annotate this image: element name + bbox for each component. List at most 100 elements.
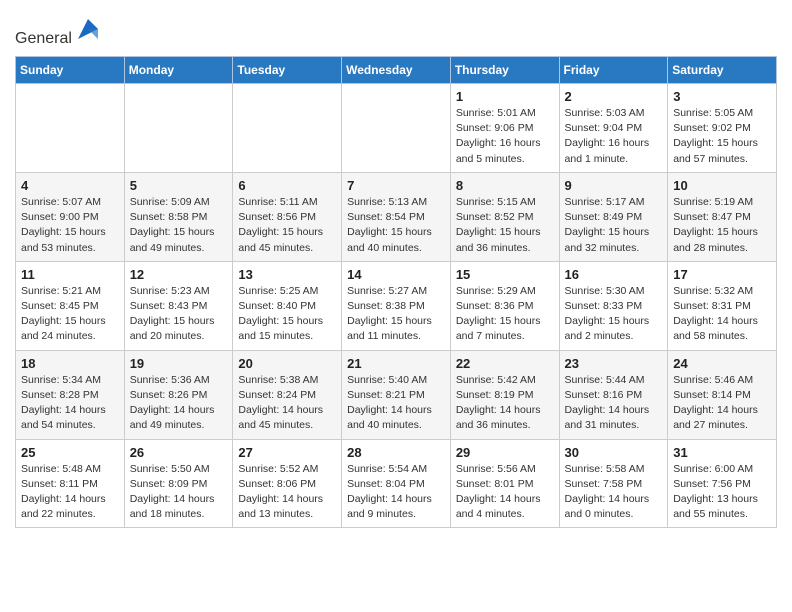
- logo-text-block: General: [15, 15, 102, 48]
- day-info: Sunrise: 5:38 AM Sunset: 8:24 PM Dayligh…: [238, 373, 336, 434]
- weekday-header: Monday: [124, 57, 233, 84]
- day-number: 12: [130, 267, 228, 282]
- day-info: Sunrise: 5:48 AM Sunset: 8:11 PM Dayligh…: [21, 462, 119, 523]
- day-info: Sunrise: 5:11 AM Sunset: 8:56 PM Dayligh…: [238, 195, 336, 256]
- calendar-cell: 25 Sunrise: 5:48 AM Sunset: 8:11 PM Dayli…: [16, 439, 125, 528]
- calendar-week-row: 25 Sunrise: 5:48 AM Sunset: 8:11 PM Dayli…: [16, 439, 777, 528]
- weekday-header: Saturday: [668, 57, 777, 84]
- calendar-cell: 6 Sunrise: 5:11 AM Sunset: 8:56 PM Daylig…: [233, 172, 342, 261]
- calendar-cell: 24 Sunrise: 5:46 AM Sunset: 8:14 PM Dayli…: [668, 350, 777, 439]
- day-number: 29: [456, 445, 554, 460]
- day-number: 26: [130, 445, 228, 460]
- day-number: 1: [456, 89, 554, 104]
- day-info: Sunrise: 5:32 AM Sunset: 8:31 PM Dayligh…: [673, 284, 771, 345]
- day-number: 6: [238, 178, 336, 193]
- calendar-header-row: SundayMondayTuesdayWednesdayThursdayFrid…: [16, 57, 777, 84]
- day-number: 30: [565, 445, 663, 460]
- calendar-cell: 3 Sunrise: 5:05 AM Sunset: 9:02 PM Daylig…: [668, 84, 777, 173]
- calendar-cell: 17 Sunrise: 5:32 AM Sunset: 8:31 PM Dayli…: [668, 261, 777, 350]
- day-number: 15: [456, 267, 554, 282]
- day-info: Sunrise: 5:40 AM Sunset: 8:21 PM Dayligh…: [347, 373, 445, 434]
- calendar-cell: 14Sunrise: 5:27 AM Sunset: 8:38 PM Dayli…: [342, 261, 451, 350]
- calendar-cell: [342, 84, 451, 173]
- weekday-header: Sunday: [16, 57, 125, 84]
- calendar-cell: 11Sunrise: 5:21 AM Sunset: 8:45 PM Dayli…: [16, 261, 125, 350]
- calendar-cell: 5Sunrise: 5:09 AM Sunset: 8:58 PM Daylig…: [124, 172, 233, 261]
- calendar-cell: 19 Sunrise: 5:36 AM Sunset: 8:26 PM Dayli…: [124, 350, 233, 439]
- day-number: 3: [673, 89, 771, 104]
- day-info: Sunrise: 5:19 AM Sunset: 8:47 PM Dayligh…: [673, 195, 771, 256]
- day-info: Sunrise: 5:46 AM Sunset: 8:14 PM Dayligh…: [673, 373, 771, 434]
- day-number: 18: [21, 356, 119, 371]
- day-info: Sunrise: 5:34 AM Sunset: 8:28 PM Dayligh…: [21, 373, 119, 434]
- day-number: 16: [565, 267, 663, 282]
- day-number: 2: [565, 89, 663, 104]
- calendar-cell: 9 Sunrise: 5:17 AM Sunset: 8:49 PM Daylig…: [559, 172, 668, 261]
- day-number: 25: [21, 445, 119, 460]
- day-info: Sunrise: 5:27 AM Sunset: 8:38 PM Dayligh…: [347, 284, 445, 345]
- logo: General: [15, 15, 102, 48]
- day-number: 19: [130, 356, 228, 371]
- day-info: Sunrise: 5:54 AM Sunset: 8:04 PM Dayligh…: [347, 462, 445, 523]
- day-number: 17: [673, 267, 771, 282]
- calendar-cell: 12 Sunrise: 5:23 AM Sunset: 8:43 PM Dayli…: [124, 261, 233, 350]
- logo-text: General: [15, 15, 102, 48]
- calendar-cell: [124, 84, 233, 173]
- day-number: 22: [456, 356, 554, 371]
- day-info: Sunrise: 5:07 AM Sunset: 9:00 PM Dayligh…: [21, 195, 119, 256]
- calendar-cell: 10Sunrise: 5:19 AM Sunset: 8:47 PM Dayli…: [668, 172, 777, 261]
- calendar-cell: 29 Sunrise: 5:56 AM Sunset: 8:01 PM Dayli…: [450, 439, 559, 528]
- day-number: 23: [565, 356, 663, 371]
- calendar-cell: 27Sunrise: 5:52 AM Sunset: 8:06 PM Dayli…: [233, 439, 342, 528]
- calendar-cell: [16, 84, 125, 173]
- calendar-cell: 18 Sunrise: 5:34 AM Sunset: 8:28 PM Dayli…: [16, 350, 125, 439]
- day-number: 21: [347, 356, 445, 371]
- day-number: 24: [673, 356, 771, 371]
- calendar-cell: 21 Sunrise: 5:40 AM Sunset: 8:21 PM Dayli…: [342, 350, 451, 439]
- day-info: Sunrise: 5:50 AM Sunset: 8:09 PM Dayligh…: [130, 462, 228, 523]
- calendar-cell: 2 Sunrise: 5:03 AM Sunset: 9:04 PM Daylig…: [559, 84, 668, 173]
- day-info: Sunrise: 5:01 AM Sunset: 9:06 PM Dayligh…: [456, 106, 554, 167]
- weekday-header: Thursday: [450, 57, 559, 84]
- day-number: 20: [238, 356, 336, 371]
- day-number: 11: [21, 267, 119, 282]
- calendar-cell: 23 Sunrise: 5:44 AM Sunset: 8:16 PM Dayli…: [559, 350, 668, 439]
- day-info: Sunrise: 5:13 AM Sunset: 8:54 PM Dayligh…: [347, 195, 445, 256]
- calendar-week-row: 18 Sunrise: 5:34 AM Sunset: 8:28 PM Dayli…: [16, 350, 777, 439]
- day-info: Sunrise: 5:29 AM Sunset: 8:36 PM Dayligh…: [456, 284, 554, 345]
- day-info: Sunrise: 6:00 AM Sunset: 7:56 PM Dayligh…: [673, 462, 771, 523]
- day-info: Sunrise: 5:44 AM Sunset: 8:16 PM Dayligh…: [565, 373, 663, 434]
- day-info: Sunrise: 5:05 AM Sunset: 9:02 PM Dayligh…: [673, 106, 771, 167]
- logo-general: General: [15, 30, 72, 47]
- day-info: Sunrise: 5:23 AM Sunset: 8:43 PM Dayligh…: [130, 284, 228, 345]
- calendar-cell: 1 Sunrise: 5:01 AM Sunset: 9:06 PM Daylig…: [450, 84, 559, 173]
- day-number: 4: [21, 178, 119, 193]
- calendar-cell: 7 Sunrise: 5:13 AM Sunset: 8:54 PM Daylig…: [342, 172, 451, 261]
- calendar-cell: 20 Sunrise: 5:38 AM Sunset: 8:24 PM Dayli…: [233, 350, 342, 439]
- day-info: Sunrise: 5:03 AM Sunset: 9:04 PM Dayligh…: [565, 106, 663, 167]
- day-number: 7: [347, 178, 445, 193]
- day-info: Sunrise: 5:58 AM Sunset: 7:58 PM Dayligh…: [565, 462, 663, 523]
- day-info: Sunrise: 5:56 AM Sunset: 8:01 PM Dayligh…: [456, 462, 554, 523]
- day-number: 9: [565, 178, 663, 193]
- day-info: Sunrise: 5:25 AM Sunset: 8:40 PM Dayligh…: [238, 284, 336, 345]
- day-info: Sunrise: 5:09 AM Sunset: 8:58 PM Dayligh…: [130, 195, 228, 256]
- day-number: 13: [238, 267, 336, 282]
- day-number: 8: [456, 178, 554, 193]
- calendar-cell: 15 Sunrise: 5:29 AM Sunset: 8:36 PM Dayli…: [450, 261, 559, 350]
- calendar-week-row: 4 Sunrise: 5:07 AM Sunset: 9:00 PM Daylig…: [16, 172, 777, 261]
- weekday-header: Friday: [559, 57, 668, 84]
- day-number: 28: [347, 445, 445, 460]
- page: General SundayMondayTuesdayWednesdayThur…: [0, 0, 792, 543]
- day-info: Sunrise: 5:36 AM Sunset: 8:26 PM Dayligh…: [130, 373, 228, 434]
- day-info: Sunrise: 5:52 AM Sunset: 8:06 PM Dayligh…: [238, 462, 336, 523]
- calendar-cell: 8Sunrise: 5:15 AM Sunset: 8:52 PM Daylig…: [450, 172, 559, 261]
- calendar-cell: 22Sunrise: 5:42 AM Sunset: 8:19 PM Dayli…: [450, 350, 559, 439]
- day-info: Sunrise: 5:17 AM Sunset: 8:49 PM Dayligh…: [565, 195, 663, 256]
- calendar-cell: 13 Sunrise: 5:25 AM Sunset: 8:40 PM Dayli…: [233, 261, 342, 350]
- calendar-cell: [233, 84, 342, 173]
- header: General: [15, 10, 777, 48]
- day-number: 31: [673, 445, 771, 460]
- calendar-cell: 30 Sunrise: 5:58 AM Sunset: 7:58 PM Dayli…: [559, 439, 668, 528]
- calendar: SundayMondayTuesdayWednesdayThursdayFrid…: [15, 56, 777, 528]
